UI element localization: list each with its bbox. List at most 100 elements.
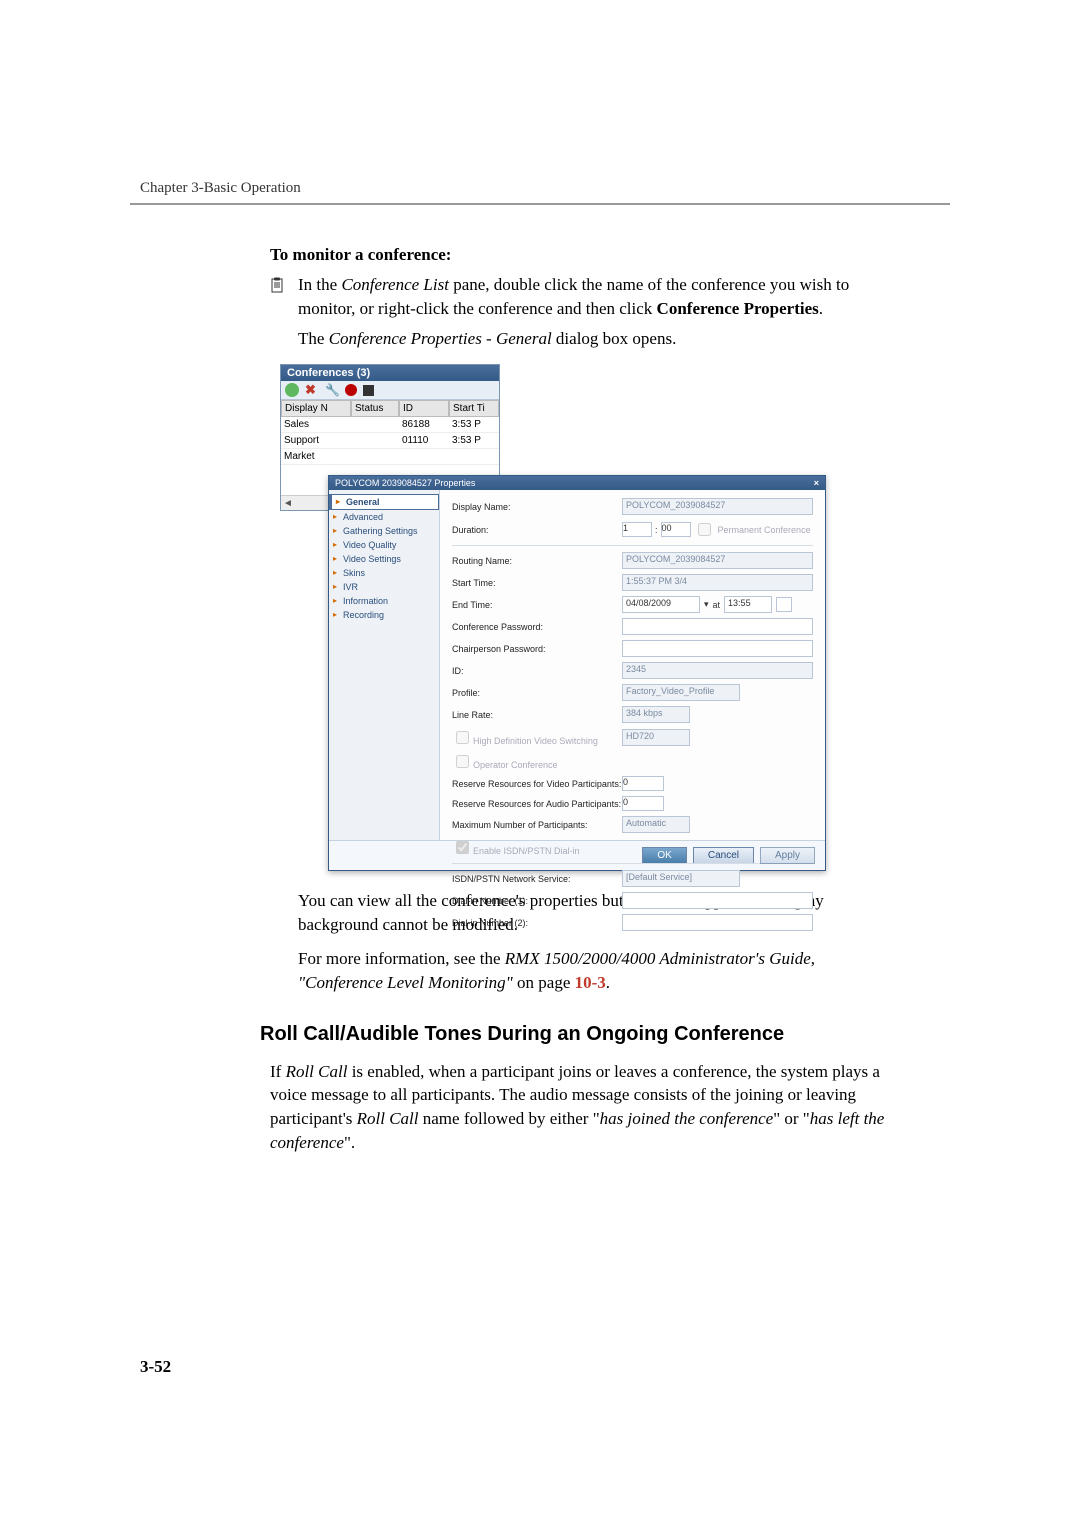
label-routing-name: Routing Name: (452, 556, 622, 566)
field-res-video[interactable]: 0 (622, 776, 664, 791)
label-max-participants: Maximum Number of Participants: (452, 820, 622, 830)
cell-name: Market (281, 449, 351, 465)
page-number: 3-52 (140, 1357, 171, 1377)
cell-status (351, 417, 399, 433)
properties-dialog: POLYCOM 2039084527 Properties × General … (328, 475, 826, 871)
field-profile: Factory_Video_Profile (622, 684, 740, 701)
label-line-rate: Line Rate: (452, 710, 622, 720)
nav-skins[interactable]: Skins (329, 566, 439, 580)
roll-call-term: Roll Call (357, 1109, 419, 1128)
apply-button[interactable]: Apply (760, 847, 815, 864)
text: on page (513, 973, 575, 992)
embedded-screenshot: Conferences (3) ✖ 🔧 Display N Status ID … (280, 364, 840, 871)
end-time-field[interactable]: 13:55 (724, 596, 772, 613)
text: If (270, 1062, 286, 1081)
step-1: In the Conference List pane, double clic… (270, 273, 900, 350)
field-dialin-2[interactable] (622, 914, 813, 931)
field-start-time: 1:55:37 PM 3/4 (622, 574, 813, 591)
field-isdn-service: [Default Service] (622, 870, 740, 887)
field-res-audio[interactable]: 0 (622, 796, 664, 811)
label-res-audio: Reserve Resources for Audio Participants… (452, 799, 622, 809)
field-max-participants: Automatic (622, 816, 690, 833)
table-row[interactable]: Sales 86188 3:53 P (281, 417, 499, 433)
procedure-heading: To monitor a conference: (270, 245, 900, 265)
step-1-text: In the Conference List pane, double clic… (298, 273, 900, 350)
cell-time: 3:53 P (449, 433, 499, 449)
field-dialin-1[interactable] (622, 892, 813, 909)
conference-properties-term: Conference Properties (657, 299, 819, 318)
properties-form: Display Name:POLYCOM_2039084527 Duration… (440, 490, 825, 840)
cell-id: 01110 (399, 433, 449, 449)
label-operator-conf: Operator Conference (473, 760, 558, 770)
field-line-rate: 384 kbps (622, 706, 690, 723)
table-row[interactable]: Market (281, 449, 499, 465)
cell-id: 86188 (399, 417, 449, 433)
roll-call-term: Roll Call (286, 1062, 348, 1081)
dialog-titlebar[interactable]: POLYCOM 2039084527 Properties × (329, 476, 825, 490)
nav-advanced[interactable]: Advanced (329, 510, 439, 524)
enable-isdn-checkbox (456, 841, 469, 854)
field-conf-password[interactable] (622, 618, 813, 635)
col-display-name[interactable]: Display N (281, 400, 351, 417)
scroll-left-icon[interactable]: ◄ (283, 498, 293, 509)
nav-video-settings[interactable]: Video Settings (329, 552, 439, 566)
field-routing-name: POLYCOM_2039084527 (622, 552, 813, 569)
nav-recording[interactable]: Recording (329, 608, 439, 622)
duration-minutes[interactable]: 00 (661, 522, 691, 537)
label-res-video: Reserve Resources for Video Participants… (452, 779, 622, 789)
properties-nav: General Advanced Gathering Settings Vide… (329, 490, 440, 840)
cell-time (449, 449, 499, 465)
joined-phrase: has joined the conference (600, 1109, 774, 1128)
close-icon[interactable]: × (814, 478, 819, 488)
stop-icon[interactable] (363, 385, 374, 396)
settings-icon[interactable]: 🔧 (325, 383, 339, 397)
nav-video-quality[interactable]: Video Quality (329, 538, 439, 552)
nav-gathering[interactable]: Gathering Settings (329, 524, 439, 538)
col-status[interactable]: Status (351, 400, 399, 417)
text: . (606, 973, 610, 992)
text: " or " (773, 1109, 810, 1128)
label-chair-password: Chairperson Password: (452, 644, 622, 654)
dropdown-icon[interactable]: ▾ (704, 599, 709, 610)
conferences-title: Conferences (3) (281, 365, 499, 381)
delete-icon[interactable]: ✖ (305, 383, 319, 397)
nav-general[interactable]: General (329, 494, 439, 510)
conferences-toolbar: ✖ 🔧 (281, 381, 499, 400)
hd-switching-checkbox (456, 731, 469, 744)
dialog-name: Conference Properties - General (329, 329, 552, 348)
nav-information[interactable]: Information (329, 594, 439, 608)
cell-status (351, 449, 399, 465)
text: For more information, see the (298, 949, 505, 968)
field-chair-password[interactable] (622, 640, 813, 657)
clipboard-icon (270, 273, 288, 350)
label-id: ID: (452, 666, 622, 676)
label-profile: Profile: (452, 688, 622, 698)
header-rule (130, 203, 950, 205)
new-conference-icon[interactable] (285, 383, 299, 397)
table-row[interactable]: Support 01110 3:53 P (281, 433, 499, 449)
duration-hours[interactable]: 1 (622, 522, 652, 537)
text: ". (344, 1133, 355, 1152)
conference-list-term: Conference List (341, 275, 449, 294)
time-spinner[interactable] (776, 597, 792, 612)
label-isdn-service: ISDN/PSTN Network Service: (452, 874, 622, 884)
col-start-time[interactable]: Start Ti (449, 400, 499, 417)
label-hd-switching: High Definition Video Switching (473, 736, 598, 746)
nav-ivr[interactable]: IVR (329, 580, 439, 594)
label-start-time: Start Time: (452, 578, 622, 588)
field-display-name: POLYCOM_2039084527 (622, 498, 813, 515)
label-enable-isdn: Enable ISDN/PSTN Dial-in (473, 846, 580, 856)
cell-status (351, 433, 399, 449)
cell-name: Support (281, 433, 351, 449)
cell-id (399, 449, 449, 465)
label-duration: Duration: (452, 525, 622, 535)
end-date-field[interactable]: 04/08/2009 (622, 596, 700, 613)
col-id[interactable]: ID (399, 400, 449, 417)
conferences-header-row: Display N Status ID Start Ti (281, 400, 499, 417)
page-reference-link[interactable]: 10-3 (575, 973, 606, 992)
text: The (298, 329, 329, 348)
operator-conf-checkbox (456, 755, 469, 768)
permanent-checkbox (698, 523, 711, 536)
record-icon[interactable] (345, 384, 357, 396)
paragraph-roll-call: If Roll Call is enabled, when a particip… (270, 1060, 900, 1155)
